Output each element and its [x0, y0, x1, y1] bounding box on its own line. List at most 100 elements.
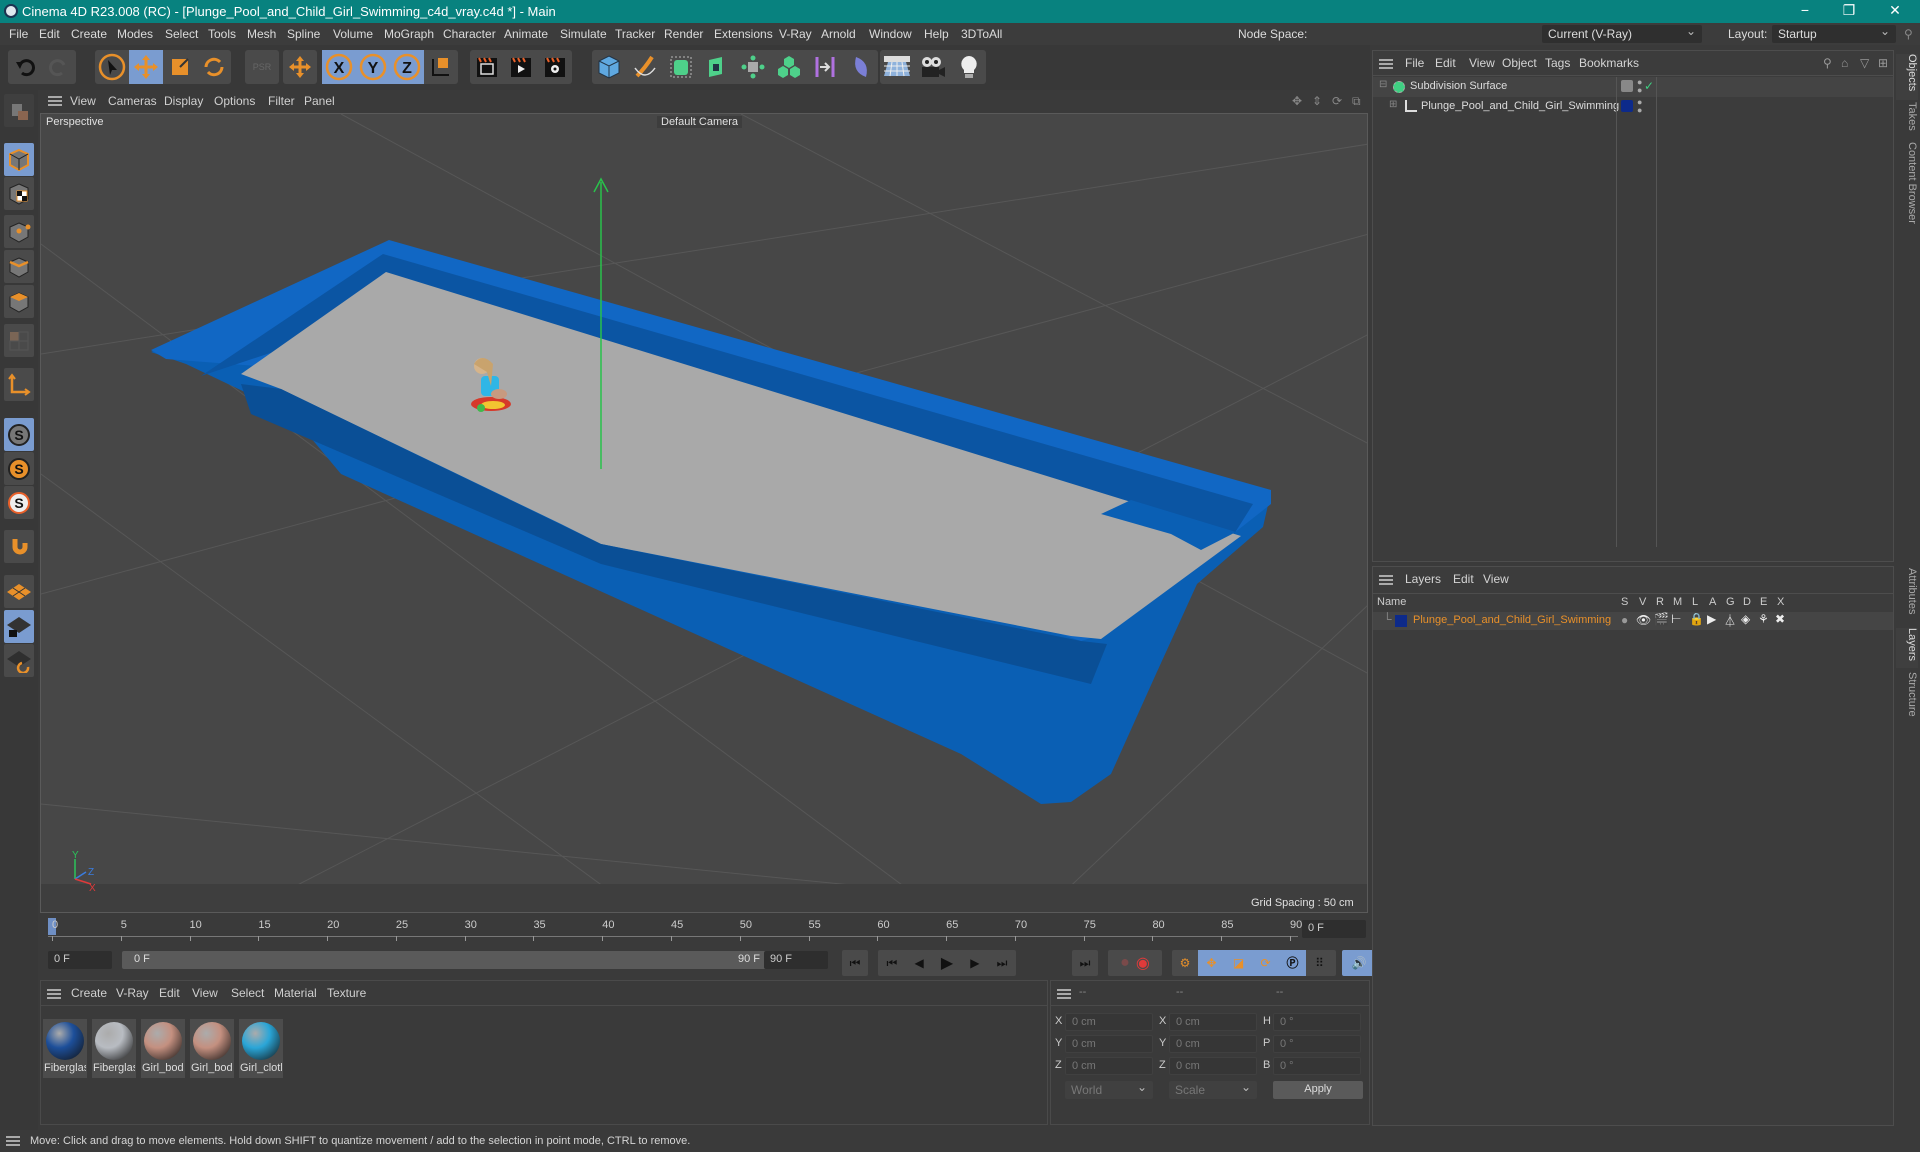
layer-render-icon[interactable]: 🎬: [1654, 612, 1669, 626]
deformer-icon[interactable]: [808, 50, 842, 84]
key-pla-icon[interactable]: ⠿: [1306, 956, 1333, 970]
collapse-icon[interactable]: ⊟: [1379, 79, 1387, 90]
menu-arnold[interactable]: Arnold: [821, 27, 856, 41]
object-menu-edit[interactable]: Edit: [1435, 56, 1456, 70]
rot-b-field[interactable]: 0 °: [1273, 1057, 1361, 1075]
psr-icon[interactable]: PSR: [245, 50, 279, 84]
key-position-icon[interactable]: ✥: [1198, 950, 1225, 976]
layer-solo-icon[interactable]: ●: [1621, 613, 1628, 627]
menu-select[interactable]: Select: [165, 27, 198, 41]
play-icon[interactable]: ▶: [941, 953, 953, 973]
menu-vray[interactable]: V-Ray: [779, 27, 812, 41]
render-settings-icon[interactable]: [538, 50, 572, 84]
layer-expression-icon[interactable]: ⚘: [1758, 612, 1769, 626]
workplane-align-icon[interactable]: [4, 644, 34, 677]
menu-volume[interactable]: Volume: [333, 27, 373, 41]
axis-mode-icon[interactable]: [4, 368, 34, 401]
tab-attributes[interactable]: Attributes: [1896, 568, 1918, 626]
object-row[interactable]: ⊞ Plunge_Pool_and_Child_Girl_Swimming ● ●: [1373, 97, 1893, 117]
layer-menu-view[interactable]: View: [1483, 572, 1509, 586]
go-to-start-icon[interactable]: ⏮: [842, 950, 868, 976]
menu-simulate[interactable]: Simulate: [560, 27, 607, 41]
menu-tools[interactable]: Tools: [208, 27, 236, 41]
go-to-end-icon[interactable]: ⏭: [1072, 950, 1098, 976]
subdivision-icon[interactable]: [664, 50, 698, 84]
layer-menu-icon[interactable]: [1379, 575, 1393, 585]
status-menu-icon[interactable]: [6, 1136, 20, 1146]
object-new-window-icon[interactable]: ⊞: [1878, 56, 1888, 70]
menu-file[interactable]: File: [9, 27, 28, 41]
model-mode-icon[interactable]: [4, 143, 34, 176]
prev-frame-icon[interactable]: ◀: [914, 956, 923, 970]
menu-character[interactable]: Character: [443, 27, 496, 41]
rotate-icon[interactable]: [197, 50, 231, 84]
snap-settings-icon[interactable]: S: [4, 452, 34, 485]
object-home-icon[interactable]: ⌂: [1841, 56, 1848, 70]
3d-viewport[interactable]: Y Z X Perspective Default Camera Grid Sp…: [40, 113, 1368, 913]
col-animation[interactable]: A: [1709, 596, 1716, 608]
object-search-icon[interactable]: ⚲: [1823, 56, 1832, 70]
menu-extensions[interactable]: Extensions: [714, 27, 773, 41]
material-menu-icon[interactable]: [47, 989, 61, 999]
maximize-button[interactable]: ❐: [1834, 2, 1864, 20]
keyframe-settings-icon[interactable]: ⚙: [1172, 956, 1198, 970]
edit-render-toggle[interactable]: [1621, 80, 1633, 92]
polygon-mode-icon[interactable]: [4, 285, 34, 318]
object-menu-view[interactable]: View: [1469, 56, 1495, 70]
material-menu-texture[interactable]: Texture: [327, 986, 366, 1000]
size-x-field[interactable]: 0 cm: [1169, 1013, 1257, 1031]
rot-h-field[interactable]: 0 °: [1273, 1013, 1361, 1031]
make-editable-icon[interactable]: [4, 94, 34, 127]
coordinates-menu-icon[interactable]: [1057, 989, 1071, 999]
material-swatch[interactable]: Fiberglas: [43, 1019, 87, 1078]
menu-window[interactable]: Window: [869, 27, 912, 41]
viewport-menu-panel[interactable]: Panel: [304, 94, 335, 108]
col-locked[interactable]: L: [1692, 596, 1698, 608]
menu-render[interactable]: Render: [664, 27, 703, 41]
material-menu-material[interactable]: Material: [274, 986, 317, 1000]
render-view-icon[interactable]: [504, 50, 538, 84]
record-keys-icon[interactable]: ●: [1120, 954, 1130, 972]
end-frame-field[interactable]: 90 F: [764, 951, 828, 969]
light-icon[interactable]: [952, 50, 986, 84]
object-menu-tags[interactable]: Tags: [1545, 56, 1570, 70]
material-swatch[interactable]: Girl_clotl: [239, 1019, 283, 1078]
object-menu-bookmarks[interactable]: Bookmarks: [1579, 56, 1639, 70]
menu-create[interactable]: Create: [71, 27, 107, 41]
material-menu-edit[interactable]: Edit: [159, 986, 180, 1000]
pen-icon[interactable]: [628, 50, 662, 84]
render-region-icon[interactable]: [470, 50, 504, 84]
close-button[interactable]: ✕: [1880, 2, 1910, 20]
magnet-icon[interactable]: [4, 530, 34, 563]
enabled-check-icon[interactable]: ✓: [1644, 79, 1654, 93]
next-frame-icon[interactable]: ▶: [970, 956, 979, 970]
viewport-maximize-icon[interactable]: ⧉: [1352, 94, 1361, 109]
scale-icon[interactable]: [163, 50, 197, 84]
autokey-icon[interactable]: ◉: [1136, 953, 1150, 973]
material-swatch[interactable]: Girl_bod: [141, 1019, 185, 1078]
frame-range-slider[interactable]: 0 F 90 F: [122, 951, 782, 969]
layer-view-icon[interactable]: 👁: [1636, 613, 1651, 627]
key-rotation-icon[interactable]: ⟳: [1252, 950, 1279, 976]
layer-menu-edit[interactable]: Edit: [1453, 572, 1474, 586]
col-render[interactable]: R: [1656, 596, 1664, 608]
visibility-dots[interactable]: ● ●: [1637, 78, 1642, 95]
array-icon[interactable]: [772, 50, 806, 84]
prev-key-icon[interactable]: ⏮: [887, 956, 898, 971]
cube-icon[interactable]: [592, 50, 626, 84]
size-z-field[interactable]: 0 cm: [1169, 1057, 1257, 1075]
viewport-rotate-icon[interactable]: ⟳: [1332, 94, 1342, 108]
coord-mode-select[interactable]: Scale: [1169, 1080, 1257, 1099]
tab-content-browser[interactable]: Content Browser: [1896, 142, 1918, 232]
undo-icon[interactable]: [8, 50, 42, 84]
col-view[interactable]: V: [1639, 596, 1646, 608]
snap-live-icon[interactable]: S: [4, 486, 34, 519]
material-menu-create[interactable]: Create: [71, 986, 107, 1000]
object-filter-icon[interactable]: ▽: [1860, 56, 1869, 70]
y-axis-icon[interactable]: Y: [356, 50, 390, 84]
menu-3dtoall[interactable]: 3DToAll: [961, 27, 1002, 41]
redo-icon[interactable]: [42, 50, 76, 84]
point-mode-icon[interactable]: [4, 215, 34, 248]
viewport-menu-options[interactable]: Options: [214, 94, 255, 108]
pos-y-field[interactable]: 0 cm: [1065, 1035, 1153, 1053]
